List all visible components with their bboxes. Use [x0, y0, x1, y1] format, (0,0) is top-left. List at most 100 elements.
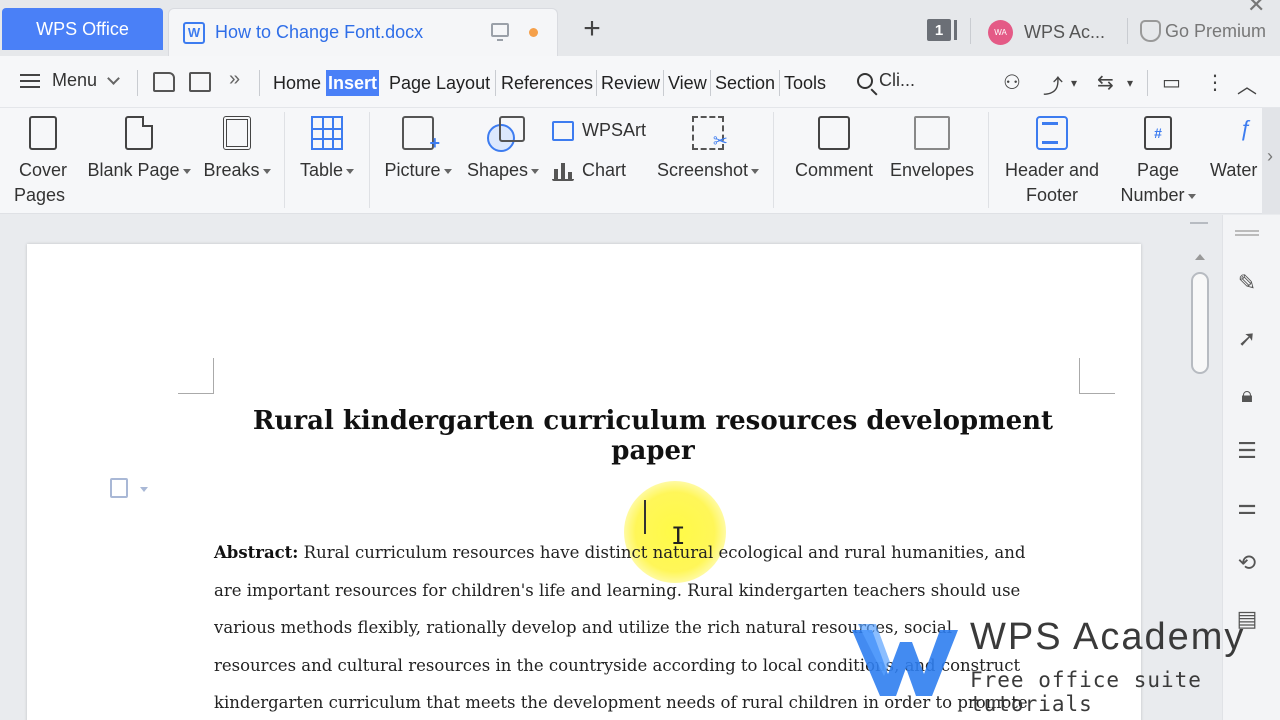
split-handle[interactable]	[1190, 222, 1208, 234]
premium-label: Go Premium	[1165, 20, 1267, 41]
ribbon-scroll-right[interactable]	[1262, 108, 1280, 214]
export-icon[interactable]: ⤴	[1043, 70, 1063, 99]
menu-divider	[259, 70, 260, 96]
tab-view[interactable]: View	[668, 70, 707, 96]
export-chevron-icon[interactable]: ▾	[1071, 76, 1077, 90]
blank-page-icon	[125, 116, 153, 150]
caret-down-icon	[1187, 193, 1196, 199]
blank-page-button[interactable]: Blank Page	[86, 116, 192, 183]
pen-edit-icon[interactable]: ✎	[1235, 271, 1259, 295]
open-folder-icon[interactable]	[153, 72, 175, 92]
adjust-sliders-icon[interactable]: ⚌	[1235, 495, 1259, 519]
margin-corner-right	[1079, 358, 1115, 394]
hamburger-icon	[20, 73, 40, 88]
tab-tools[interactable]: Tools	[784, 70, 826, 96]
monitor-icon[interactable]	[491, 23, 509, 41]
table-label: Table	[299, 160, 344, 180]
more-options-icon[interactable]: ⋮	[1205, 70, 1225, 95]
lock-icon[interactable]: 🔒︎	[1235, 383, 1259, 407]
comment-label: Comment	[794, 160, 874, 180]
paragraph-layout-caret-icon[interactable]	[140, 487, 148, 492]
tab-review[interactable]: Review	[601, 70, 660, 96]
caret-down-icon	[751, 168, 760, 174]
writer-doc-icon: W	[183, 21, 205, 44]
go-premium-button[interactable]: Go Premium	[1140, 20, 1266, 42]
tab-section[interactable]: Section	[715, 70, 775, 96]
paragraph-layout-icon[interactable]	[110, 478, 128, 498]
more-commands-icon[interactable]: »	[229, 68, 240, 91]
comment-panel-icon[interactable]: ▭	[1162, 70, 1181, 95]
chevron-down-icon	[107, 71, 120, 85]
sidebar-handle[interactable]	[1235, 230, 1259, 236]
menu-divider	[596, 70, 597, 96]
watermark-title: WPS Academy	[970, 616, 1246, 658]
select-pointer-icon[interactable]: ➚	[1235, 327, 1259, 351]
tab-page-layout[interactable]: Page Layout	[389, 70, 490, 96]
screenshot-button[interactable]: Screenshot	[655, 116, 761, 183]
tab-home[interactable]: Home	[273, 70, 321, 96]
caret-down-icon	[346, 168, 355, 174]
document-tab-label: How to Change Font.docx	[215, 22, 424, 42]
abstract-label: Abstract:	[214, 543, 299, 562]
history-icon[interactable]: ⟲	[1235, 551, 1259, 575]
breaks-button[interactable]: Breaks	[202, 116, 272, 183]
ribbon-divider	[988, 112, 989, 208]
shapes-button[interactable]: Shapes	[465, 116, 541, 183]
ribbon-divider	[284, 112, 285, 208]
page-number-button[interactable]: # Page Number	[1116, 116, 1200, 208]
menu-divider	[495, 70, 496, 96]
picture-label: Picture	[384, 160, 441, 180]
header-footer-label-2: Footer	[1025, 185, 1079, 205]
breaks-label: Breaks	[203, 160, 260, 180]
document-title[interactable]: Rural kindergarten curriculum resources …	[228, 406, 1078, 466]
account-label: WPS Ac...	[1024, 22, 1106, 42]
wpsart-icon	[552, 120, 574, 141]
margin-corner-left	[178, 358, 214, 394]
scrollbar-thumb[interactable]	[1191, 272, 1209, 374]
ribbon-divider	[369, 112, 370, 208]
envelopes-label: Envelopes	[889, 160, 975, 180]
close-window-icon[interactable]: ✕	[1247, 0, 1265, 18]
menu-divider	[779, 70, 780, 96]
envelopes-button[interactable]: Envelopes	[888, 116, 976, 183]
header-footer-label-1: Header and	[1004, 160, 1100, 180]
tab-document[interactable]: W How to Change Font.docx	[168, 8, 558, 56]
header-footer-button[interactable]: Header and Footer	[1000, 116, 1104, 208]
comment-icon	[818, 116, 850, 150]
menu-bar: Menu » Home Insert Page Layout Reference…	[0, 56, 1280, 108]
text-caret	[644, 500, 646, 534]
cover-pages-label-1: Cover	[18, 160, 67, 180]
menu-button[interactable]: Menu	[20, 70, 120, 91]
new-tab-plus-icon[interactable]: +	[576, 14, 608, 46]
scroll-up-icon[interactable]	[1195, 254, 1205, 260]
tab-wps-office[interactable]: WPS Office	[2, 8, 163, 50]
body-line-text: Rural curriculum resources have distinct…	[298, 543, 1026, 562]
wpsart-label: WPSArt	[582, 120, 647, 140]
search-button[interactable]: Cli...	[857, 70, 915, 91]
share-user-icon[interactable]: ⚇	[1003, 70, 1021, 95]
chart-button[interactable]: Chart	[552, 160, 626, 181]
outline-list-icon[interactable]: ☰	[1235, 439, 1259, 463]
table-button[interactable]: Table	[296, 116, 358, 183]
save-icon[interactable]	[189, 72, 211, 92]
tab-insert[interactable]: Insert	[326, 70, 380, 96]
collapse-ribbon-icon[interactable]: ︿	[1237, 70, 1257, 99]
page-number-label-2: Number	[1120, 185, 1185, 205]
avatar: WA	[988, 20, 1013, 45]
chart-label: Chart	[582, 160, 627, 180]
blank-page-label: Blank Page	[87, 160, 180, 180]
picture-button[interactable]: Picture	[382, 116, 454, 183]
premium-shield-icon	[1140, 20, 1161, 42]
account-button[interactable]: WA WPS Ac...	[988, 20, 1105, 45]
wps-academy-watermark: WPS Academy Free office suite tutorials	[850, 616, 1250, 718]
page-number-label-1: Page	[1136, 160, 1180, 180]
comment-button[interactable]: Comment	[791, 116, 877, 183]
sync-chevron-icon[interactable]: ▾	[1127, 76, 1133, 90]
sync-icon[interactable]: ⇆	[1097, 70, 1114, 95]
ribbon-divider	[773, 112, 774, 208]
wpsart-button[interactable]: WPSArt	[552, 120, 646, 141]
watermark-button[interactable]: ƒ Water	[1210, 116, 1262, 183]
window-count-badge[interactable]: 1	[927, 19, 957, 41]
caret-down-icon	[443, 168, 452, 174]
tab-references[interactable]: References	[501, 70, 593, 96]
